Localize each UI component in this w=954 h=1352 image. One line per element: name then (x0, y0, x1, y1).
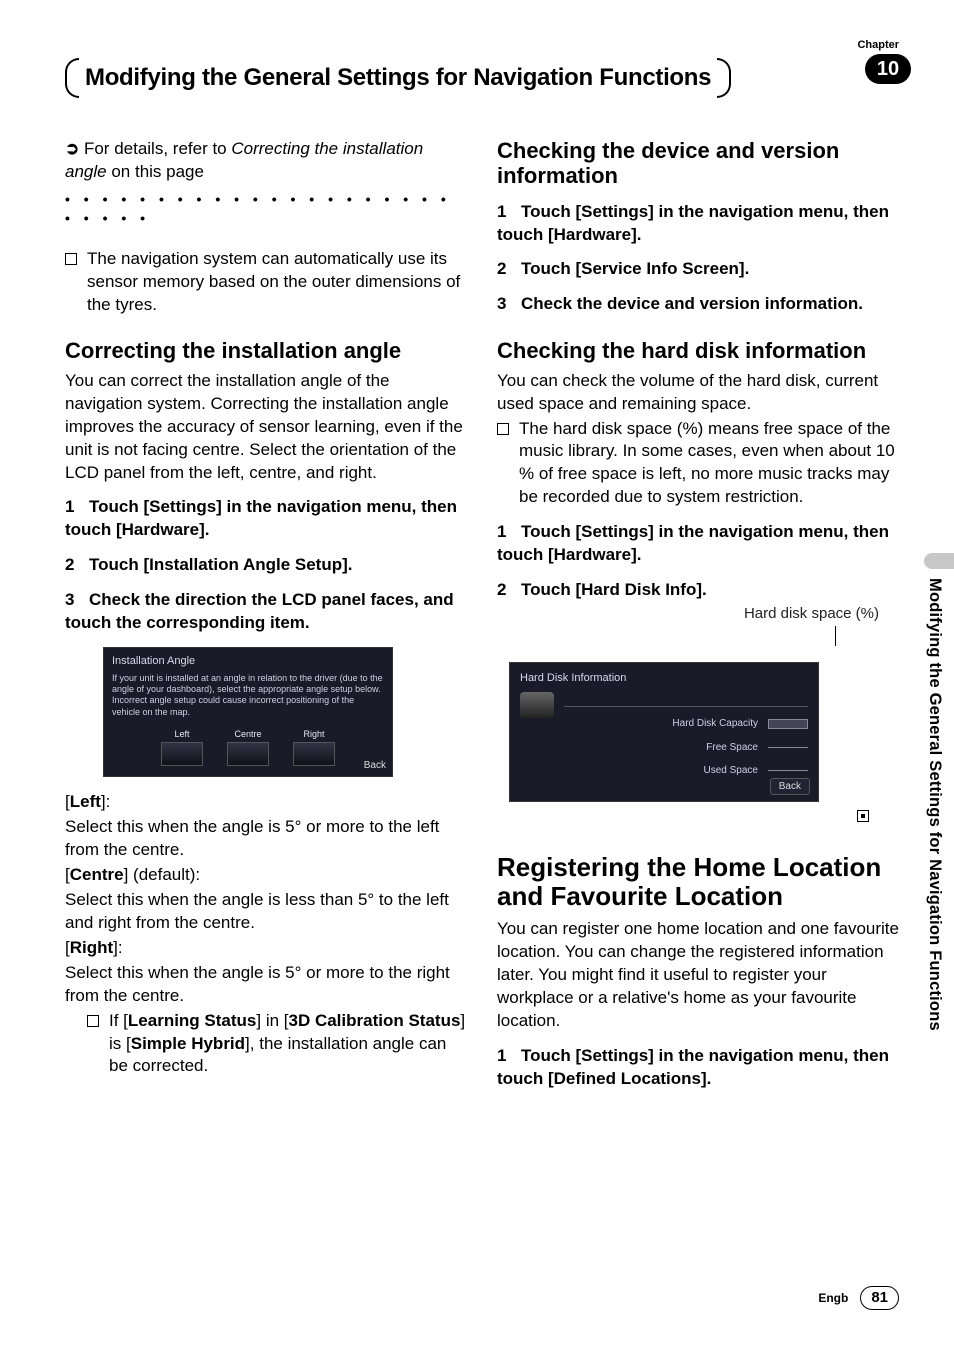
ss-option-right[interactable]: Right (293, 728, 335, 766)
chapter-number-badge: 10 (865, 54, 911, 84)
option-centre: [Centre] (default): (65, 864, 467, 887)
page-title: Modifying the General Settings for Navig… (79, 62, 717, 94)
hdd-step2-text: Touch [Hard Disk Info]. (521, 580, 707, 599)
ss-back-button[interactable]: Back (364, 759, 386, 773)
option-right-body: Select this when the angle is 5° or more… (65, 962, 467, 1008)
option-centre-label: Centre (70, 865, 124, 884)
heading-device-version: Checking the device and version informat… (497, 138, 899, 189)
xref-suffix: on this page (107, 162, 204, 181)
hdd-note: The hard disk space (%) means free space… (519, 418, 899, 510)
option-centre-body: Select this when the angle is less than … (65, 889, 467, 935)
device-step-2: 2Touch [Service Info Screen]. (497, 258, 899, 281)
option-centre-default: (default): (128, 865, 200, 884)
register-step-1: 1Touch [Settings] in the navigation menu… (497, 1045, 899, 1091)
hdd-icon (520, 692, 554, 718)
device-step-1: 1Touch [Settings] in the navigation menu… (497, 201, 899, 247)
ss-option-right-label: Right (303, 729, 324, 739)
option-right-label: Right (70, 938, 113, 957)
device-step-3: 3Check the device and version informatio… (497, 293, 899, 316)
correcting-step-2: 2Touch [Installation Angle Setup]. (65, 554, 467, 577)
left-column: ➲ For details, refer to Correcting the i… (65, 138, 467, 1093)
ss-body-text: If your unit is installed at an angle in… (112, 673, 384, 718)
ss-option-centre-label: Centre (234, 729, 261, 739)
ss2-used-label: Used Space (704, 764, 758, 778)
ss2-capacity-label: Hard Disk Capacity (672, 717, 758, 731)
step1-text: Touch [Settings] in the navigation menu,… (65, 497, 457, 539)
ss2-back-button[interactable]: Back (770, 778, 810, 796)
hdd-body: You can check the volume of the hard dis… (497, 370, 899, 416)
device-step3-text: Check the device and version information… (521, 294, 863, 313)
right-column: Checking the device and version informat… (497, 138, 899, 1093)
step2-text: Touch [Installation Angle Setup]. (89, 555, 353, 574)
note-auto-sensor: The navigation system can automatically … (87, 248, 467, 317)
cross-reference: ➲ For details, refer to Correcting the i… (65, 138, 467, 184)
ss-option-centre[interactable]: Centre (227, 728, 269, 766)
heading-hdd-info: Checking the hard disk information (497, 338, 899, 363)
screenshot-installation-angle: Installation Angle If your unit is insta… (103, 647, 393, 777)
note-learning-status: If [Learning Status] in [3D Calibration … (109, 1010, 467, 1079)
xref-prefix: For details, refer to (84, 139, 231, 158)
page-footer: Engb 81 (818, 1286, 899, 1310)
page-title-wrap: Modifying the General Settings for Navig… (65, 58, 899, 98)
option-right: [Right]: (65, 937, 467, 960)
side-tab: Modifying the General Settings for Navig… (916, 560, 954, 1080)
register-step1-text: Touch [Settings] in the navigation menu,… (497, 1046, 889, 1088)
divider-dots: • • • • • • • • • • • • • • • • • • • • … (65, 190, 467, 228)
ss-option-left[interactable]: Left (161, 728, 203, 766)
footer-language: Engb (818, 1290, 848, 1306)
step3-text: Check the direction the LCD panel faces,… (65, 590, 454, 632)
title-decor-left (65, 58, 79, 98)
correcting-step-1: 1Touch [Settings] in the navigation menu… (65, 496, 467, 542)
register-body: You can register one home location and o… (497, 918, 899, 1033)
footer-page-number: 81 (860, 1286, 899, 1310)
side-tab-text: Modifying the General Settings for Navig… (924, 578, 946, 1031)
side-tab-marker (924, 553, 954, 569)
xref-arrow-icon: ➲ (65, 139, 84, 158)
title-decor-right (717, 58, 731, 98)
hdd-step1-text: Touch [Settings] in the navigation menu,… (497, 522, 889, 564)
chapter-label: Chapter (857, 38, 899, 53)
option-left-body: Select this when the angle is 5° or more… (65, 816, 467, 862)
device-step2-text: Touch [Service Info Screen]. (521, 259, 749, 278)
section-end-icon (857, 810, 869, 822)
heading-correcting-angle: Correcting the installation angle (65, 338, 467, 363)
correcting-step-3: 3Check the direction the LCD panel faces… (65, 589, 467, 635)
heading-register-location: Registering the Home Location and Favour… (497, 853, 899, 910)
screenshot-hdd-info: Hard Disk Information Hard Disk Capacity… (509, 662, 819, 802)
ss-title: Installation Angle (112, 654, 384, 669)
option-left: [Left]: (65, 791, 467, 814)
callout-leader-line (497, 626, 836, 646)
option-left-label: Left (70, 792, 101, 811)
ss2-title: Hard Disk Information (520, 671, 808, 686)
ss-option-left-label: Left (174, 729, 189, 739)
correcting-body: You can correct the installation angle o… (65, 370, 467, 485)
hdd-step-1: 1Touch [Settings] in the navigation menu… (497, 521, 899, 567)
hdd-step-2: 2Touch [Hard Disk Info]. (497, 579, 899, 602)
ss2-free-label: Free Space (706, 741, 758, 755)
device-step1-text: Touch [Settings] in the navigation menu,… (497, 202, 889, 244)
callout-hdd-space: Hard disk space (%) (497, 604, 879, 624)
capacity-bar (768, 719, 808, 729)
